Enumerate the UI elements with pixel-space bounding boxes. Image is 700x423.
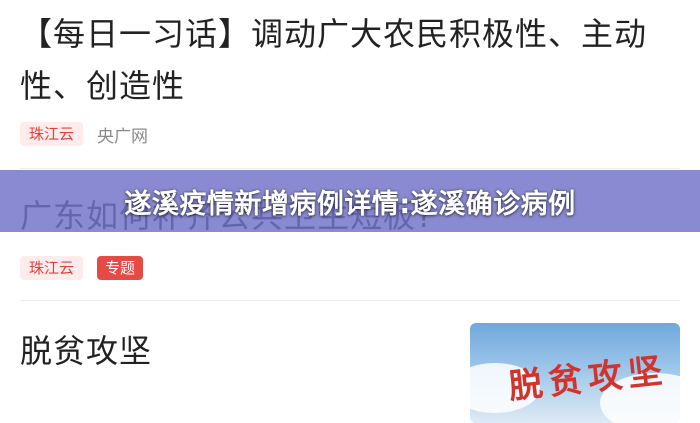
divider (20, 300, 680, 301)
news-headline[interactable]: 【每日一习话】调动广大农民积极性、主动性、创造性 (20, 8, 680, 112)
title-overlay-banner: 遂溪疫情新增病例详情:遂溪确诊病例 (0, 170, 700, 232)
topic-tag: 专题 (97, 256, 144, 280)
news-meta: 珠江云 央广网 (20, 120, 680, 148)
channel-tag: 珠江云 (20, 256, 84, 280)
news-meta: 珠江云 专题 (20, 254, 680, 282)
news-thumbnail[interactable]: 脱贫攻坚 (470, 323, 680, 423)
channel-tag: 珠江云 (20, 122, 84, 146)
news-item[interactable]: 【每日一习话】调动广大农民积极性、主动性、创造性 珠江云 央广网 (20, 8, 680, 148)
divider (20, 168, 680, 169)
source-label: 央广网 (97, 126, 149, 147)
overlay-title: 遂溪疫情新增病例详情:遂溪确诊病例 (124, 188, 576, 220)
